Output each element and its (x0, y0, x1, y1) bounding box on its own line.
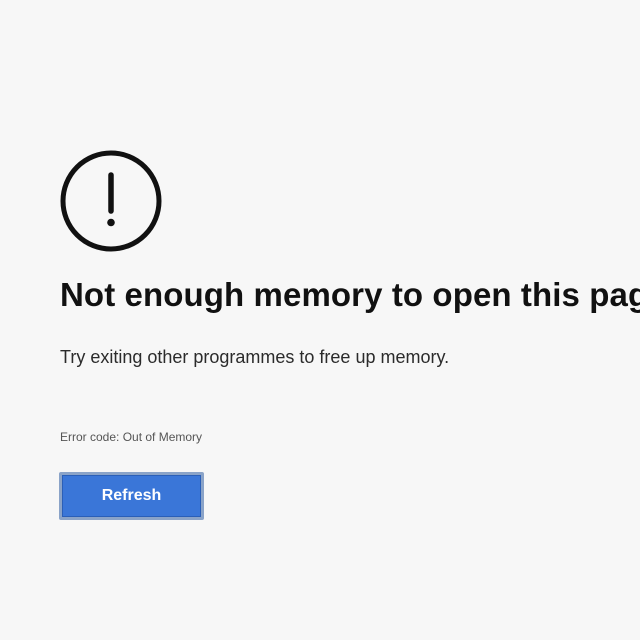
refresh-button-label: Refresh (62, 475, 201, 517)
page-title: Not enough memory to open this page (60, 276, 640, 313)
error-page: Not enough memory to open this page Try … (0, 0, 640, 640)
error-code: Error code: Out of Memory (60, 430, 203, 444)
error-message: Try exiting other programmes to free up … (60, 347, 450, 367)
exclamation-circle-icon (59, 149, 163, 253)
refresh-button[interactable]: Refresh (59, 472, 204, 520)
